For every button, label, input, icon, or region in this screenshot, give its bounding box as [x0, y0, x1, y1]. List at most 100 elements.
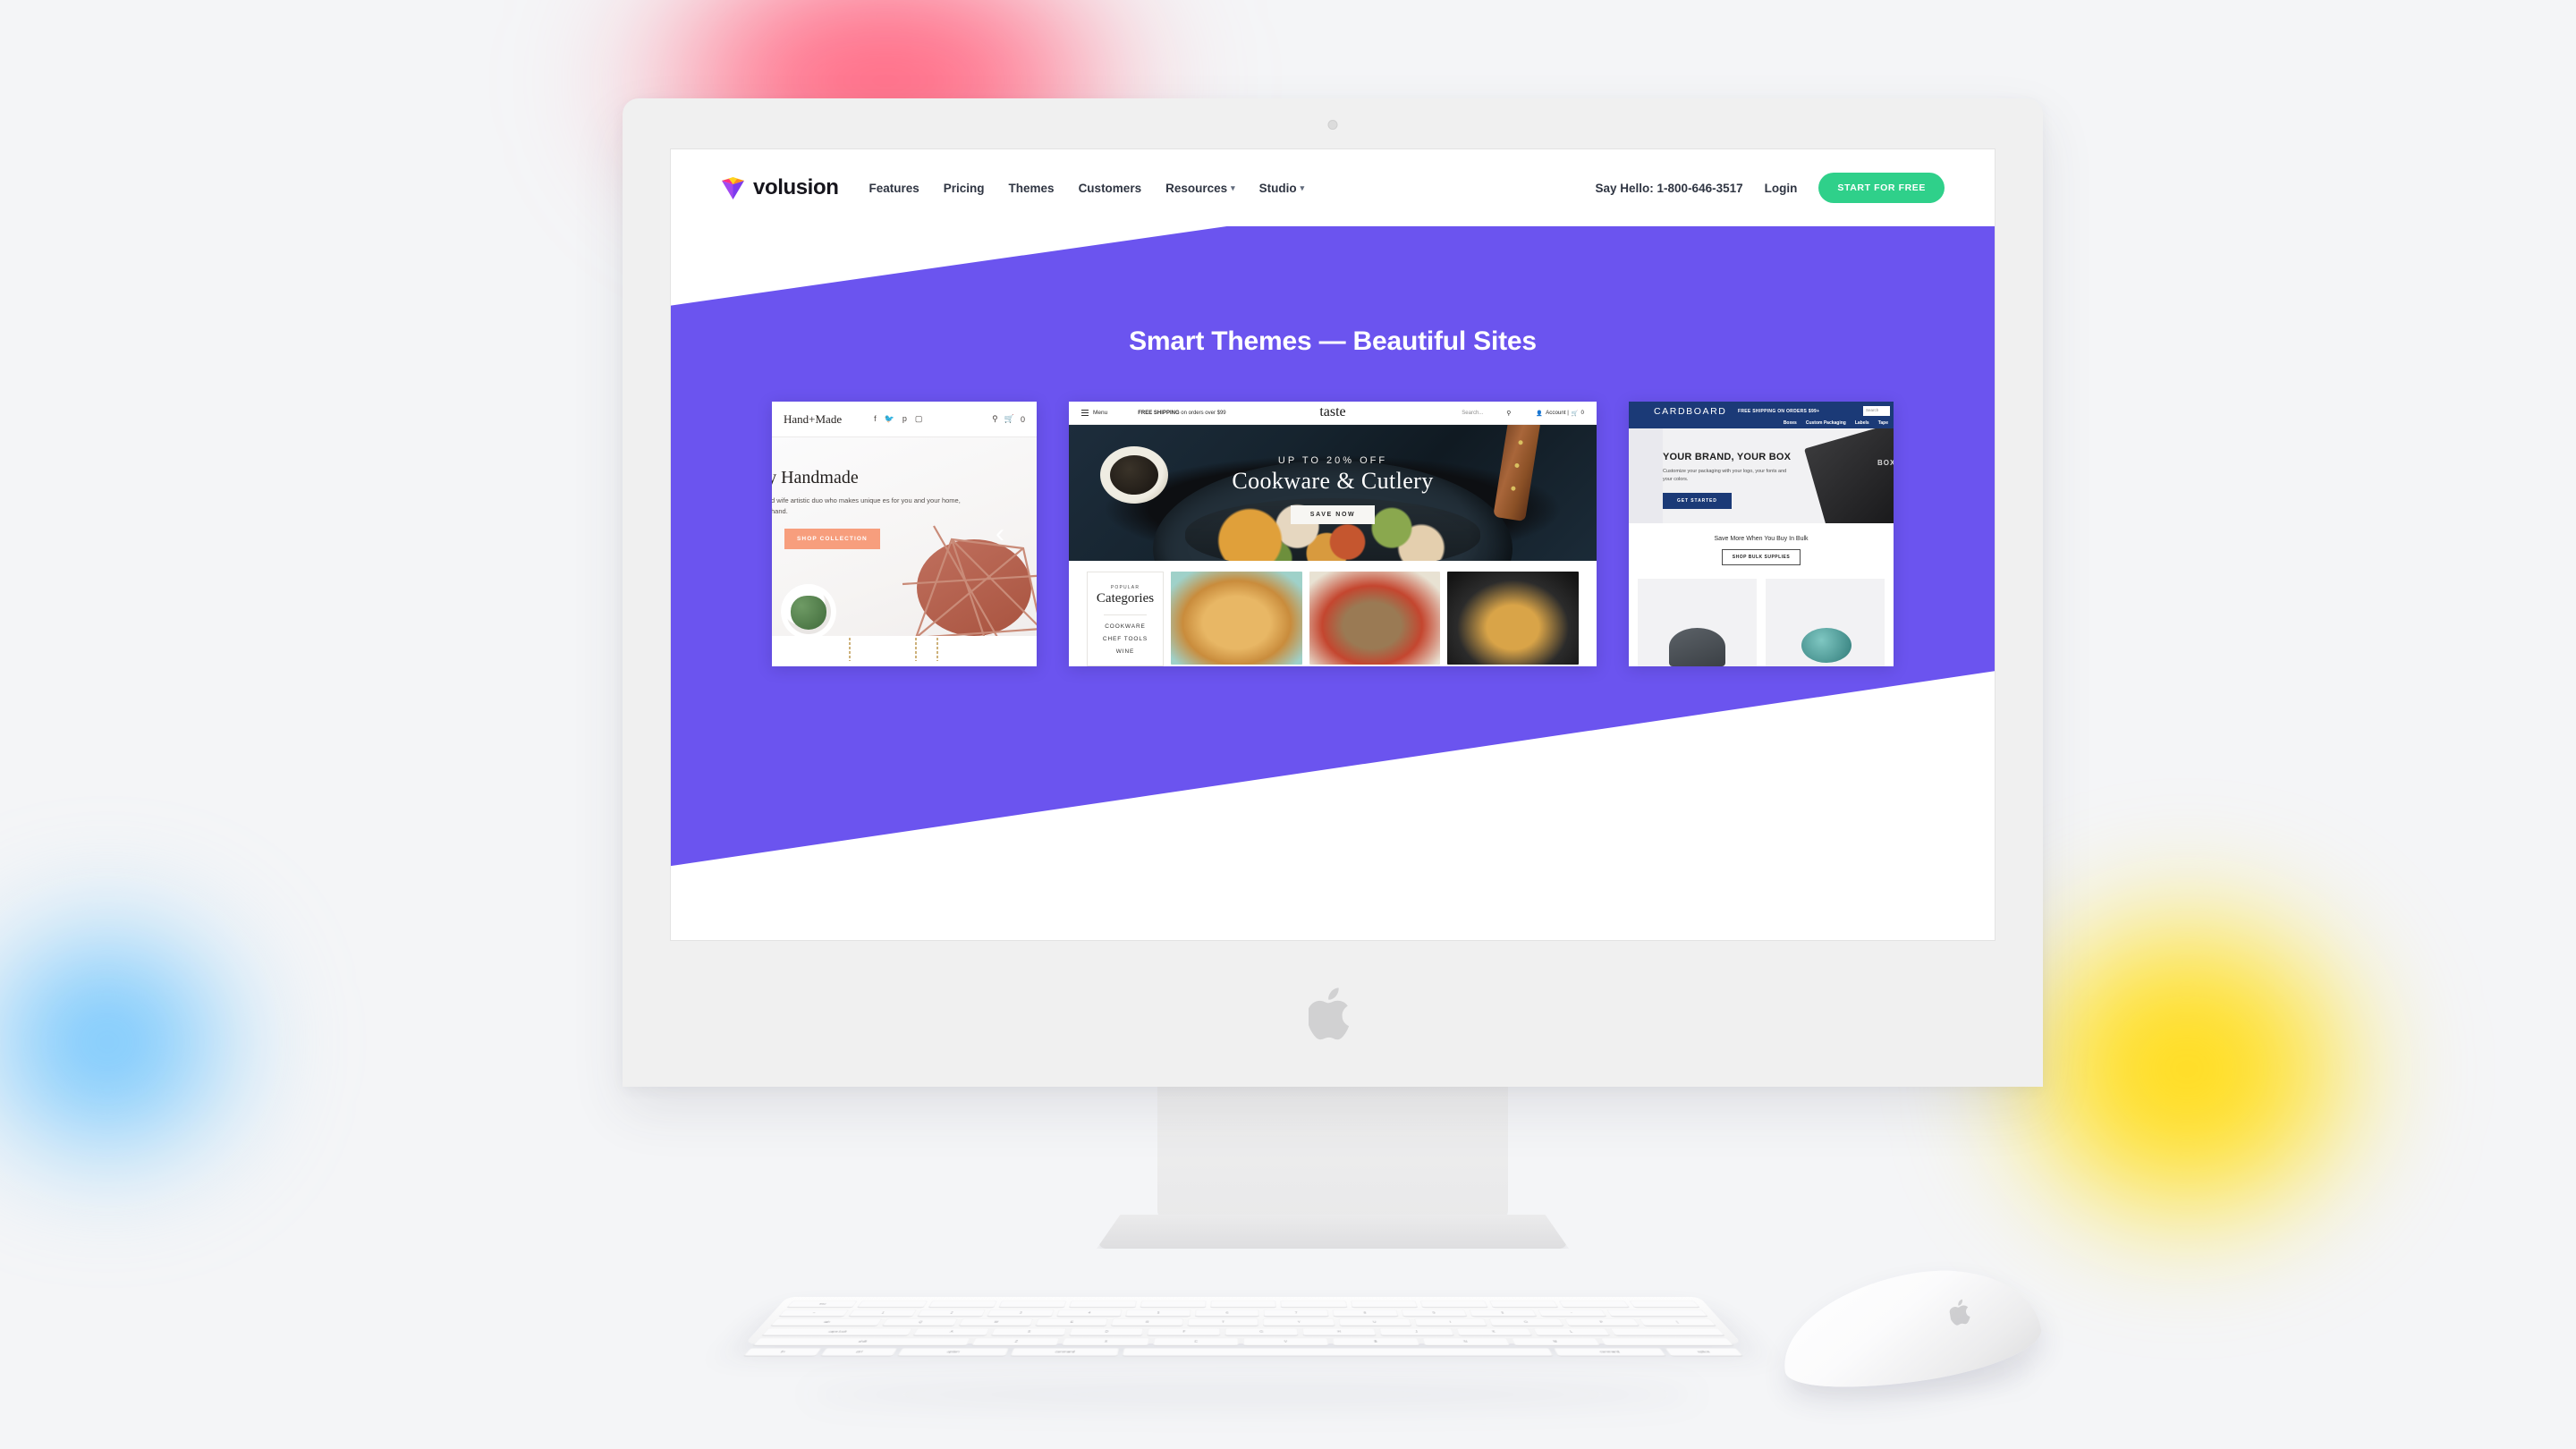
key-r[interactable]: R: [1111, 1318, 1184, 1326]
phone-number[interactable]: Say Hello: 1-800-646-3517: [1596, 182, 1743, 195]
key-f2[interactable]: [928, 1301, 997, 1308]
key-q[interactable]: Q: [882, 1318, 958, 1326]
key-u[interactable]: U: [1338, 1318, 1411, 1326]
key-f9[interactable]: [1419, 1301, 1488, 1308]
apple-keyboard[interactable]: esc ~ 1 2 3 4 5 6 7 8 9 0 - tab Q W E R …: [743, 1297, 1743, 1356]
product-thumbnail[interactable]: [1309, 572, 1441, 665]
volusion-logo[interactable]: volusion: [721, 175, 839, 200]
product-thumbnail[interactable]: [1766, 579, 1885, 666]
key-3[interactable]: 3: [987, 1309, 1055, 1317]
category-chef-tools[interactable]: CHEF TOOLS: [1088, 636, 1163, 642]
shop-bulk-supplies-button[interactable]: SHOP BULK SUPPLIES: [1721, 549, 1801, 565]
key-t[interactable]: T: [1187, 1318, 1259, 1326]
key-f3[interactable]: [998, 1301, 1067, 1308]
key-f6[interactable]: [1210, 1301, 1276, 1308]
key-1[interactable]: 1: [848, 1309, 918, 1317]
taste-account-cart[interactable]: 👤 Account | 🛒 0: [1536, 410, 1584, 417]
carousel-prev-button[interactable]: ‹: [996, 521, 1004, 547]
key-w[interactable]: W: [958, 1318, 1033, 1326]
key-f1[interactable]: [857, 1301, 928, 1308]
instagram-icon[interactable]: ▢: [915, 414, 923, 424]
key-shift[interactable]: shift: [752, 1337, 971, 1346]
key-s[interactable]: S: [991, 1327, 1067, 1335]
get-started-button[interactable]: GET STARTED: [1663, 492, 1732, 509]
start-for-free-button[interactable]: START FOR FREE: [1818, 173, 1945, 203]
carousel-next-button[interactable]: ›: [1661, 521, 1670, 547]
key-f7[interactable]: [1280, 1301, 1347, 1308]
key-2[interactable]: 2: [917, 1309, 986, 1317]
save-now-button[interactable]: SAVE NOW: [1290, 505, 1376, 524]
key-f8[interactable]: [1350, 1301, 1418, 1308]
key-f10[interactable]: [1489, 1301, 1559, 1308]
key-delete[interactable]: [1606, 1309, 1708, 1317]
key-space[interactable]: [1123, 1348, 1554, 1356]
taste-menu-button[interactable]: Menu: [1081, 409, 1107, 417]
login-link[interactable]: Login: [1765, 182, 1798, 195]
apple-magic-mouse[interactable]: [1773, 1255, 2046, 1402]
key-9[interactable]: 9: [1400, 1309, 1468, 1317]
key-option[interactable]: option: [897, 1348, 1009, 1356]
key-x[interactable]: X: [1062, 1337, 1149, 1346]
key-l[interactable]: L: [1532, 1327, 1610, 1335]
cardboard-nav-custom-packaging[interactable]: Custom Packaging: [1806, 420, 1846, 426]
key-j[interactable]: J: [1378, 1327, 1454, 1335]
key-bracket-left[interactable]: [: [1639, 1318, 1716, 1326]
key-y[interactable]: Y: [1263, 1318, 1335, 1326]
theme-slide-taste[interactable]: Menu FREE SHIPPING on orders over $99 ta…: [1069, 402, 1597, 666]
key-6[interactable]: 6: [1194, 1309, 1260, 1317]
cardboard-nav-tape[interactable]: Tape: [1878, 420, 1888, 426]
key-fn[interactable]: fn: [743, 1348, 822, 1356]
key-4[interactable]: 4: [1055, 1309, 1123, 1317]
key-d[interactable]: D: [1069, 1327, 1144, 1335]
category-wine[interactable]: WINE: [1088, 648, 1163, 655]
cart-icon[interactable]: 🛒: [1004, 414, 1014, 424]
key-k[interactable]: K: [1455, 1327, 1532, 1335]
key-v[interactable]: V: [1242, 1337, 1329, 1346]
key-esc[interactable]: esc: [786, 1301, 859, 1308]
facebook-icon[interactable]: f: [874, 414, 877, 424]
nav-item-themes[interactable]: Themes: [1009, 182, 1055, 195]
nav-item-studio[interactable]: Studio ▾: [1259, 182, 1305, 195]
nav-item-pricing[interactable]: Pricing: [944, 182, 985, 195]
product-thumbnail[interactable]: [1171, 572, 1302, 665]
nav-item-customers[interactable]: Customers: [1079, 182, 1142, 195]
key-command[interactable]: command: [1010, 1348, 1120, 1356]
search-icon[interactable]: ⚲: [1506, 410, 1511, 417]
taste-search-input[interactable]: Search...: [1462, 411, 1483, 416]
key-tilde[interactable]: ~: [778, 1309, 849, 1317]
twitter-icon[interactable]: 🐦: [885, 414, 894, 424]
key-e[interactable]: E: [1035, 1318, 1108, 1326]
key-control[interactable]: ctrl: [820, 1348, 897, 1356]
category-cookware[interactable]: COOKWARE: [1088, 623, 1163, 630]
pinterest-icon[interactable]: p: [902, 414, 907, 424]
key-5[interactable]: 5: [1125, 1309, 1191, 1317]
cardboard-search-input[interactable]: Search: [1863, 406, 1890, 416]
nav-item-features[interactable]: Features: [869, 182, 919, 195]
key-caps-lock[interactable]: caps lock: [761, 1327, 913, 1335]
key-f4[interactable]: [1069, 1301, 1137, 1308]
key-tab[interactable]: tab: [770, 1318, 883, 1326]
key-n[interactable]: N: [1421, 1337, 1510, 1346]
cardboard-nav-labels[interactable]: Labels: [1855, 420, 1869, 426]
key-0[interactable]: 0: [1469, 1309, 1537, 1317]
key-f5[interactable]: [1140, 1301, 1207, 1308]
shop-collection-button[interactable]: SHOP COLLECTION: [784, 529, 880, 550]
mouse-body[interactable]: [1773, 1255, 2046, 1402]
cardboard-nav-boxes[interactable]: Boxes: [1784, 420, 1797, 426]
product-thumbnail[interactable]: [1638, 579, 1757, 666]
key-shift-right[interactable]: [1600, 1337, 1733, 1346]
key-m[interactable]: M: [1511, 1337, 1601, 1346]
key-i[interactable]: I: [1413, 1318, 1487, 1326]
key-8[interactable]: 8: [1332, 1309, 1398, 1317]
key-return[interactable]: [1609, 1327, 1725, 1335]
nav-item-resources[interactable]: Resources ▾: [1165, 182, 1235, 195]
key-g[interactable]: G: [1224, 1327, 1299, 1335]
key-p[interactable]: P: [1563, 1318, 1640, 1326]
key-f11[interactable]: [1559, 1301, 1630, 1308]
key-command-right[interactable]: command: [1554, 1348, 1666, 1356]
key-option-right[interactable]: option: [1665, 1348, 1743, 1356]
key-c[interactable]: C: [1152, 1337, 1239, 1346]
key-z[interactable]: Z: [971, 1337, 1060, 1346]
key-h[interactable]: H: [1301, 1327, 1377, 1335]
key-a[interactable]: A: [912, 1327, 990, 1335]
